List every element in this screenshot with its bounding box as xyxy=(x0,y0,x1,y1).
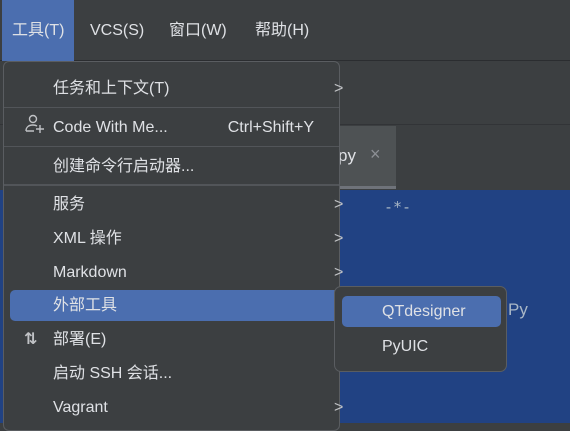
menu-item-vagrant[interactable]: Vagrant > xyxy=(4,391,343,425)
menu-vcs[interactable]: VCS(S) xyxy=(80,0,154,61)
menu-item-xml[interactable]: XML 操作 > xyxy=(4,222,343,256)
submenu-item-pyuic[interactable]: PyUIC xyxy=(342,331,501,362)
item-label: Markdown xyxy=(53,264,127,281)
item-label: 服务 xyxy=(53,196,86,213)
separator xyxy=(4,107,339,108)
menu-item-tasks-context[interactable]: 任务和上下文(T) > xyxy=(4,72,343,106)
item-label: 部署(E) xyxy=(53,331,107,348)
submenu-item-qtdesigner[interactable]: QTdesigner xyxy=(342,296,501,327)
menu-bar: 工具(T) VCS(S) 窗口(W) 帮助(H) xyxy=(0,0,570,61)
menu-tools[interactable]: 工具(T) xyxy=(2,0,75,61)
menu-item-external-tools[interactable]: 外部工具> xyxy=(10,290,363,321)
menu-item-markdown[interactable]: Markdown > xyxy=(4,256,343,290)
item-label: 启动 SSH 会话... xyxy=(53,365,173,382)
item-label: 任务和上下文(T) xyxy=(53,80,170,97)
external-tools-submenu: QTdesigner PyUIC xyxy=(334,286,507,372)
chevron-right-icon: > xyxy=(334,399,344,416)
item-label: Vagrant xyxy=(53,399,108,416)
separator xyxy=(4,146,339,147)
chevron-right-icon: > xyxy=(334,230,344,247)
chevron-right-icon: > xyxy=(334,264,344,281)
chevron-right-icon: > xyxy=(334,196,344,213)
item-label: 外部工具 xyxy=(53,297,118,314)
menu-item-services[interactable]: 服务 > xyxy=(4,188,343,222)
separator xyxy=(4,184,339,186)
shortcut: Ctrl+Shift+Y xyxy=(227,119,314,136)
editor-text-peek: Py xyxy=(508,300,528,319)
menu-item-ssh[interactable]: 启动 SSH 会话... xyxy=(4,357,339,391)
menu-help[interactable]: 帮助(H) xyxy=(245,0,319,61)
tools-dropdown-menu: 任务和上下文(T) > Code With Me... Ctrl+Shift+Y 创… xyxy=(3,61,363,431)
menu-window[interactable]: 窗口(W) xyxy=(159,0,237,61)
code-comment: -*- xyxy=(384,198,412,216)
tab-label: py xyxy=(338,146,356,165)
close-icon[interactable]: × xyxy=(370,144,381,165)
menu-item-deploy[interactable]: ⇅ 部署(E)> xyxy=(4,323,343,357)
menu-item-code-with-me[interactable]: Code With Me... Ctrl+Shift+Y xyxy=(4,111,339,145)
item-label: XML 操作 xyxy=(53,230,122,247)
chevron-right-icon: > xyxy=(334,80,344,97)
deploy-arrows-icon: ⇅ xyxy=(24,331,38,348)
add-user-icon xyxy=(24,111,46,148)
item-label: 创建命令行启动器... xyxy=(53,158,195,175)
menu-item-create-launcher[interactable]: 创建命令行启动器... xyxy=(4,150,339,184)
item-label: Code With Me... xyxy=(53,119,168,136)
